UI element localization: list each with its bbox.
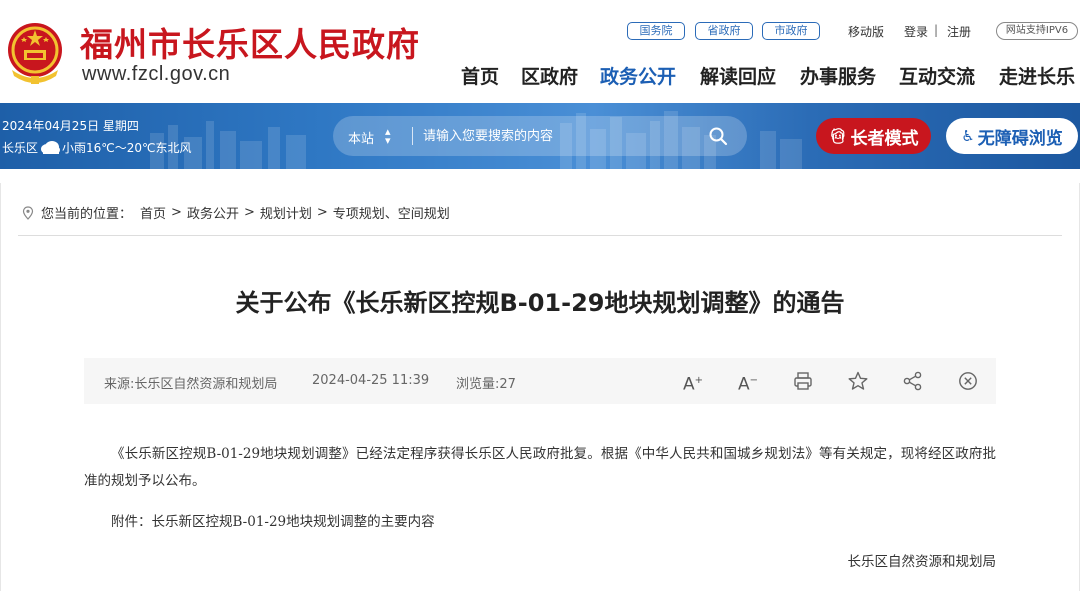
scope-updown-icon[interactable]: ▴ ▾ bbox=[385, 126, 391, 146]
site-header: 福州市长乐区人民政府 www.fzcl.gov.cn 国务院 省政府 市政府 移… bbox=[0, 0, 1080, 103]
article-date: 2024-04-25 11:39 bbox=[312, 373, 430, 388]
link-shengzhengfu[interactable]: 省政府 bbox=[695, 22, 753, 40]
accessible-browse-button[interactable]: ♿︎ 无障碍浏览 bbox=[946, 118, 1078, 154]
weather-info: 长乐区 小雨16℃～20℃东北风 bbox=[2, 139, 192, 156]
search-banner: 2024年04月25日 星期四 长乐区 小雨16℃～20℃东北风 本站 ▴▾ 🧓… bbox=[0, 103, 1080, 169]
breadcrumb: 您当前的位置： 首页 > 政务公开 > 规划计划 > 专项规划、空间规划 bbox=[22, 203, 450, 222]
weather-desc: 小雨16℃～20℃东北风 bbox=[62, 141, 192, 155]
nav-item-about-changle[interactable]: 走进长乐 bbox=[999, 62, 1075, 89]
article-views: 浏览量:27 bbox=[456, 377, 516, 392]
article-title: 关于公布《长乐新区控规B-01-29地块规划调整》的通告 bbox=[235, 289, 845, 317]
elder-mode-label: 长者模式 bbox=[850, 128, 919, 149]
breadcrumb-separator: > bbox=[171, 205, 182, 220]
location-pin-icon bbox=[22, 205, 34, 220]
search-divider bbox=[412, 127, 413, 145]
breadcrumb-item-home[interactable]: 首页 bbox=[140, 203, 166, 222]
login-link[interactable]: 登录 bbox=[904, 23, 928, 40]
accessible-label: 无障碍浏览 bbox=[977, 128, 1063, 149]
article-paragraph-1: 《长乐新区控规B-01-29地块规划调整》已经法定程序获得长乐区人民政府批复。根… bbox=[84, 446, 996, 489]
article-meta-bar: 来源:长乐区自然资源和规划局 2024-04-25 11:39 浏览量:27 A… bbox=[84, 358, 996, 404]
frame-border-left bbox=[0, 183, 1, 591]
wheelchair-icon: ♿︎ bbox=[961, 127, 975, 145]
breadcrumb-separator: > bbox=[316, 205, 328, 220]
nav-item-interaction[interactable]: 互动交流 bbox=[899, 62, 975, 89]
article-source: 来源:长乐区自然资源和规划局 bbox=[104, 377, 278, 392]
breadcrumb-item-gov-affairs[interactable]: 政务公开 bbox=[187, 203, 239, 222]
link-separator: | bbox=[934, 23, 939, 37]
breadcrumb-prefix: 您当前的位置： bbox=[41, 207, 133, 222]
nav-item-home[interactable]: 首页 bbox=[461, 62, 499, 89]
breadcrumb-divider bbox=[18, 235, 1062, 236]
search-scope-select[interactable]: 本站 bbox=[348, 128, 374, 147]
main-nav: 首页 区政府 政务公开 解读回应 办事服务 互动交流 走进长乐 bbox=[0, 62, 1080, 92]
star-icon[interactable] bbox=[847, 370, 869, 392]
register-link[interactable]: 注册 bbox=[947, 23, 971, 40]
font-larger-button[interactable]: A+ bbox=[682, 370, 704, 395]
font-smaller-label: A bbox=[737, 374, 750, 395]
link-shizhengfu[interactable]: 市政府 bbox=[762, 22, 820, 40]
nav-item-services[interactable]: 办事服务 bbox=[800, 62, 876, 89]
mobile-version-link[interactable]: 移动版 bbox=[848, 23, 884, 40]
site-title[interactable]: 福州市长乐区人民政府 bbox=[80, 18, 420, 66]
article-signature: 长乐区自然资源和规划局 bbox=[847, 554, 997, 570]
nav-item-interpretation[interactable]: 解读回应 bbox=[700, 62, 776, 89]
cloud-rain-icon bbox=[41, 140, 61, 154]
nav-item-gov-affairs[interactable]: 政务公开 bbox=[600, 62, 676, 89]
breadcrumb-item-special-planning[interactable]: 专项规划、空间规划 bbox=[333, 203, 450, 222]
close-icon[interactable] bbox=[957, 370, 979, 392]
font-smaller-button[interactable]: A− bbox=[737, 370, 759, 395]
ipv6-badge: 网站支持IPV6 bbox=[996, 22, 1078, 40]
search-box: 本站 ▴ ▾ bbox=[333, 116, 747, 156]
share-icon[interactable] bbox=[902, 370, 924, 392]
elder-icon: 🧓︎ bbox=[828, 127, 848, 145]
search-input[interactable] bbox=[423, 126, 693, 146]
nav-item-district-gov[interactable]: 区政府 bbox=[521, 62, 578, 89]
current-date: 2024年04月25日 星期四 bbox=[2, 119, 139, 133]
breadcrumb-item-planning[interactable]: 规划计划 bbox=[260, 203, 312, 222]
breadcrumb-separator: > bbox=[243, 205, 255, 220]
search-icon[interactable] bbox=[708, 126, 728, 146]
link-guowuyuan[interactable]: 国务院 bbox=[627, 22, 685, 40]
weather-place: 长乐区 bbox=[2, 141, 39, 155]
font-larger-label: A bbox=[682, 374, 695, 395]
print-icon[interactable] bbox=[792, 370, 814, 392]
article-attachment-line[interactable]: 附件：长乐新区控规B-01-29地块规划调整的主要内容 bbox=[84, 509, 996, 536]
elder-mode-button[interactable]: 🧓︎ 长者模式 bbox=[816, 118, 931, 154]
